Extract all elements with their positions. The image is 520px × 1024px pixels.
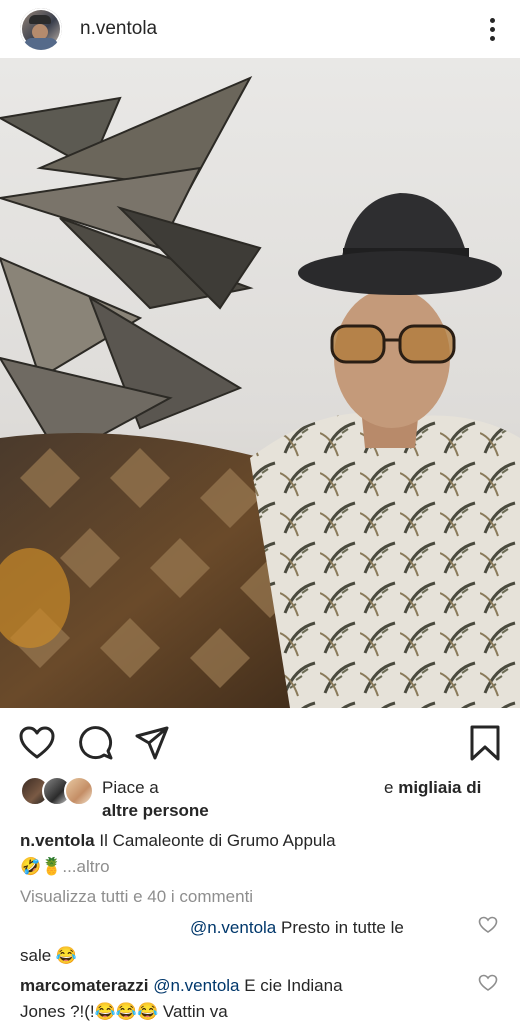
heart-icon[interactable] (18, 724, 56, 762)
comment-text: E cie Indiana (244, 976, 343, 995)
comment-text-2: sale 😂 (20, 946, 78, 965)
comment-mention[interactable]: @n.ventola (153, 976, 239, 995)
caption-more-link[interactable]: ...altro (62, 857, 109, 876)
view-all-comments-link[interactable]: Visualizza tutti e 40 i commenti (20, 887, 253, 907)
comment-text: Presto in tutte le (281, 918, 404, 937)
comment-heart-icon[interactable] (478, 973, 498, 993)
post-actions (0, 718, 520, 768)
likes-others[interactable]: migliaia di (398, 778, 481, 797)
comment-item: marcomaterazzi @n.ventola E cie Indiana … (20, 974, 470, 1024)
post-photo[interactable] (0, 58, 520, 708)
avatar (64, 776, 94, 806)
post-header: n.ventola (0, 0, 520, 58)
comment-heart-icon[interactable] (478, 915, 498, 935)
more-vertical-icon[interactable] (480, 14, 504, 44)
comment-mention[interactable]: @n.ventola (190, 918, 276, 937)
caption-text: Il Camaleonte di Grumo Appula (99, 831, 336, 850)
comment-icon[interactable] (77, 724, 115, 762)
likes-prefix: Piace a (102, 778, 159, 797)
avatar[interactable] (20, 8, 62, 50)
caption-emojis: 🤣🍍 (20, 857, 63, 876)
liker-avatars (20, 776, 94, 806)
comment-item: @n.ventola Presto in tutte le sale 😂 (20, 916, 470, 968)
likes-summary[interactable]: Piace a e migliaia di altre persone (20, 776, 510, 824)
post-caption: n.ventola Il Camaleonte di Grumo Appula … (20, 829, 500, 879)
bookmark-icon[interactable] (466, 724, 504, 762)
caption-username[interactable]: n.ventola (20, 831, 95, 850)
paper-plane-icon[interactable] (133, 724, 171, 762)
comment-text-2: Jones ?!(!😂😂😂 Vattin va (20, 1002, 228, 1021)
likes-connector: e (384, 778, 394, 797)
comment-username[interactable]: marcomaterazzi (20, 976, 149, 995)
likes-others-2[interactable]: altre persone (102, 799, 209, 822)
post-username[interactable]: n.ventola (80, 18, 157, 40)
